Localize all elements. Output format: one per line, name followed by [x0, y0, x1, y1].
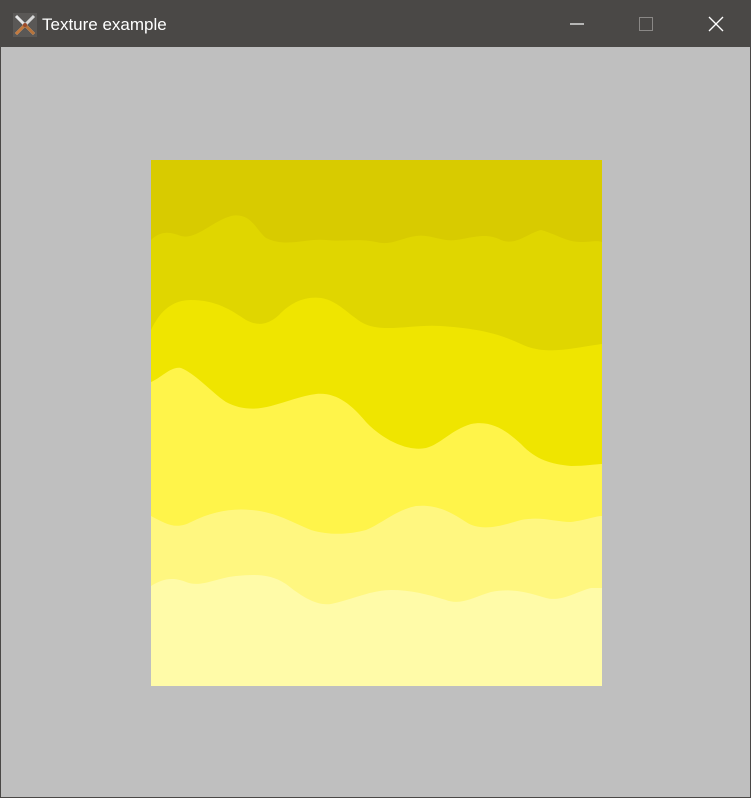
crossed-swords-icon[interactable] [12, 12, 38, 38]
window-title: Texture example [42, 15, 167, 34]
close-button[interactable] [681, 1, 751, 47]
maximize-button[interactable] [611, 1, 681, 47]
client-area [1, 47, 750, 797]
app-window: Texture example [0, 0, 751, 798]
close-icon [708, 16, 724, 32]
maximize-icon [639, 17, 653, 31]
title-bar[interactable]: Texture example [1, 1, 750, 47]
minimize-icon [570, 23, 584, 25]
yellow-wave-texture [151, 160, 602, 686]
minimize-button[interactable] [542, 1, 612, 47]
